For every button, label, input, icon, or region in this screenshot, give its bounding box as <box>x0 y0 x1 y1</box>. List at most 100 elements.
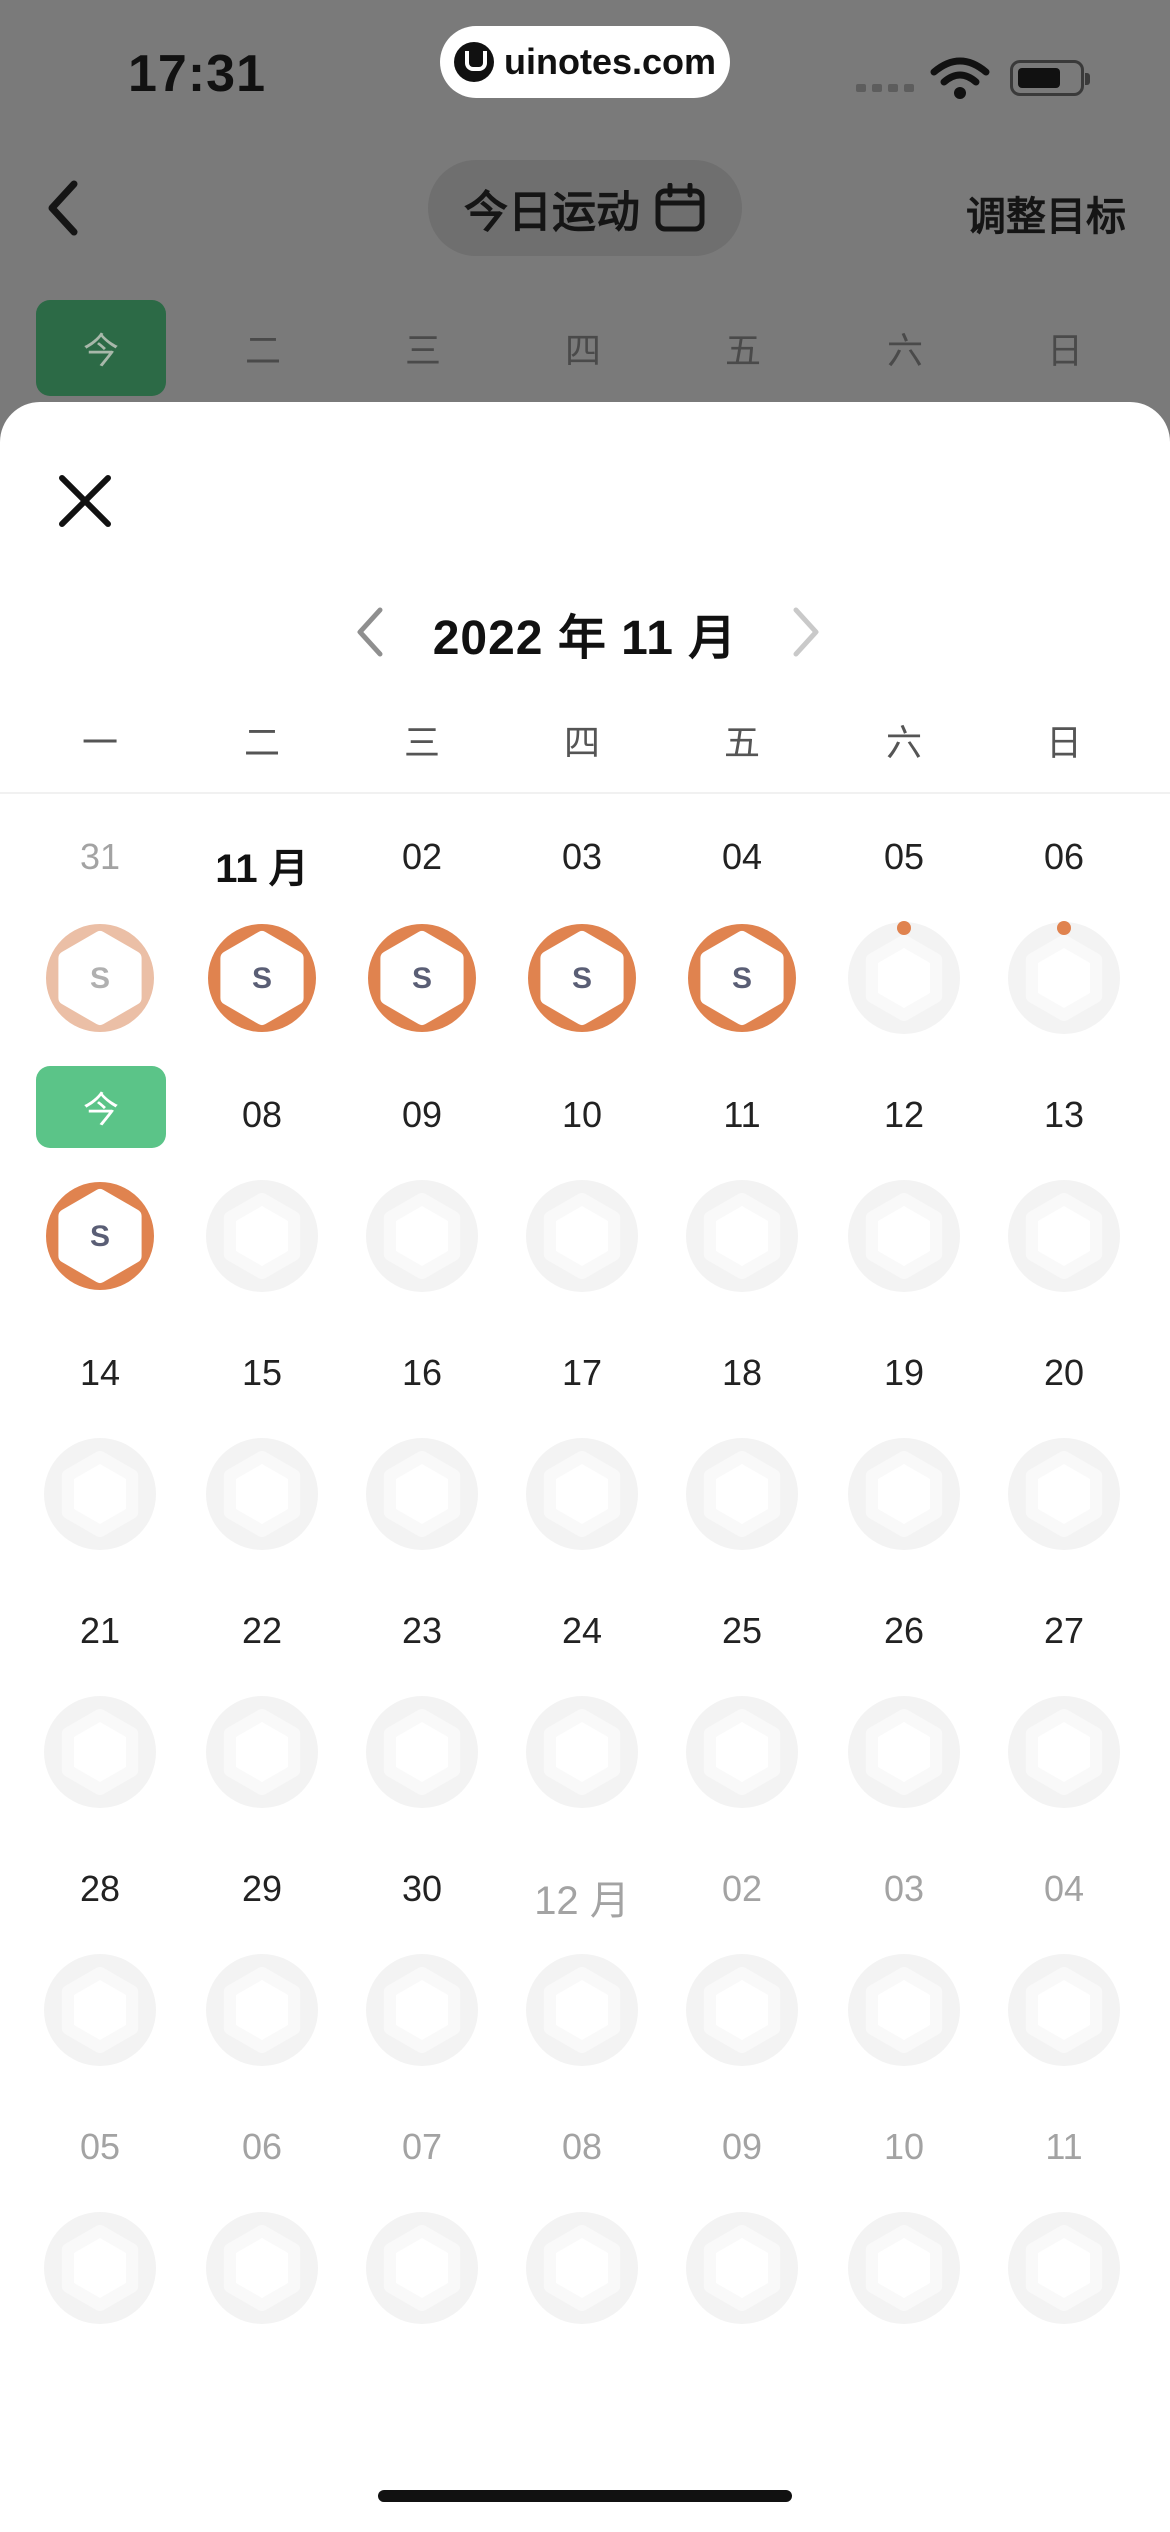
calendar-day-cell[interactable]: 今S <box>20 1066 180 1338</box>
ring-mark-label: S <box>412 962 432 995</box>
calendar-day-cell[interactable]: 11 <box>662 1080 822 1338</box>
calendar-day-cell[interactable]: 04 <box>984 1854 1144 2112</box>
month-title: 2022 年 11 月 <box>432 612 738 665</box>
calendar-day-cell[interactable]: 29 <box>182 1854 342 2112</box>
date-label: 04 <box>721 836 763 877</box>
activity-ring-icon <box>206 1438 318 1550</box>
close-icon[interactable] <box>50 466 120 536</box>
activity-ring-icon <box>526 1180 638 1292</box>
date-label: 07 <box>401 2126 443 2167</box>
calendar-day-cell[interactable]: 27 <box>984 1596 1144 1854</box>
calendar-day-cell[interactable]: 03 S <box>502 822 662 1080</box>
calendar-day-cell[interactable]: 08 <box>182 1080 342 1338</box>
calendar-day-cell[interactable]: 07 <box>342 2112 502 2370</box>
activity-ring-icon <box>1008 2212 1120 2324</box>
calendar-day-cell[interactable]: 09 <box>342 1080 502 1338</box>
activity-ring-icon <box>206 1954 318 2066</box>
weekday-label: 日 <box>1045 722 1082 763</box>
activity-ring-icon <box>366 1438 478 1550</box>
calendar-day-cell[interactable]: 17 <box>502 1338 662 1596</box>
activity-ring-icon: S <box>208 924 316 1032</box>
calendar-day-cell[interactable]: 31 S <box>20 822 180 1080</box>
calendar-day-cell[interactable]: 02 <box>662 1854 822 2112</box>
date-label: 03 <box>561 836 603 877</box>
calendar-day-cell[interactable]: 06 <box>984 822 1144 1080</box>
calendar-day-cell[interactable]: 11 月 S <box>182 822 342 1080</box>
calendar-day-cell[interactable]: 18 <box>662 1338 822 1596</box>
back-chevron-icon[interactable] <box>40 178 90 238</box>
calendar-day-cell[interactable]: 16 <box>342 1338 502 1596</box>
calendar-day-cell[interactable]: 06 <box>182 2112 342 2370</box>
weekday-label: 三 <box>403 722 440 763</box>
activity-ring-icon <box>44 2212 156 2324</box>
calendar-day-cell[interactable]: 22 <box>182 1596 342 1854</box>
calendar-day-cell[interactable]: 25 <box>662 1596 822 1854</box>
date-label: 08 <box>561 2126 603 2167</box>
activity-ring-icon: S <box>528 924 636 1032</box>
calendar-day-cell[interactable]: 04 S <box>662 822 822 1080</box>
date-label: 12 <box>883 1094 925 1135</box>
activity-ring-icon <box>686 2212 798 2324</box>
activity-ring-icon <box>686 1954 798 2066</box>
date-label: 08 <box>241 1094 283 1135</box>
date-label: 03 <box>883 1868 925 1909</box>
calendar-day-cell[interactable]: 09 <box>662 2112 822 2370</box>
activity-ring-icon <box>686 1180 798 1292</box>
calendar-day-cell[interactable]: 11 <box>984 2112 1144 2370</box>
ring-mark-label: S <box>252 962 272 995</box>
calendar-day-cell[interactable]: 20 <box>984 1338 1144 1596</box>
calendar-sheet: 2022 年 11 月 一 二 三 四 五 六 日 31 S 11 月 S 02 S 03 S 04 S 05 0… <box>0 402 1170 2532</box>
calendar-day-cell[interactable]: 24 <box>502 1596 662 1854</box>
title-pill[interactable]: 今日运动 <box>428 160 742 256</box>
watermark: uinotes.com <box>440 26 730 98</box>
calendar-day-cell[interactable]: 08 <box>502 2112 662 2370</box>
calendar-day-cell[interactable]: 21 <box>20 1596 180 1854</box>
calendar-day-cell[interactable]: 13 <box>984 1080 1144 1338</box>
calendar-day-cell[interactable]: 02 S <box>342 822 502 1080</box>
activity-ring-icon <box>526 1696 638 1808</box>
calendar-day-cell[interactable]: 10 <box>502 1080 662 1338</box>
date-label: 20 <box>1043 1352 1085 1393</box>
date-label: 14 <box>79 1352 121 1393</box>
calendar-day-cell[interactable]: 26 <box>824 1596 984 1854</box>
activity-ring-icon <box>44 1696 156 1808</box>
date-label: 28 <box>79 1868 121 1909</box>
status-time: 17:31 <box>128 45 266 103</box>
date-label: 15 <box>241 1352 283 1393</box>
activity-ring-icon <box>1008 1438 1120 1550</box>
calendar-day-cell[interactable]: 19 <box>824 1338 984 1596</box>
calendar-day-cell[interactable]: 05 <box>20 2112 180 2370</box>
next-month-icon[interactable] <box>786 602 826 662</box>
activity-ring-icon <box>848 2212 960 2324</box>
activity-ring-icon <box>848 1954 960 2066</box>
month-navigator: 2022 年 11 月 <box>0 592 1170 672</box>
background-day-4: 五 <box>724 330 761 371</box>
calendar-day-cell[interactable]: 12 <box>824 1080 984 1338</box>
background-day-2: 三 <box>404 330 441 371</box>
activity-ring-icon <box>44 1438 156 1550</box>
signal-icon <box>856 84 914 92</box>
calendar-day-cell[interactable]: 30 <box>342 1854 502 2112</box>
ring-mark-label: S <box>732 962 752 995</box>
weekday-label: 六 <box>885 722 922 763</box>
calendar-day-cell[interactable]: 23 <box>342 1596 502 1854</box>
activity-ring-icon: S <box>46 1182 154 1290</box>
activity-ring-icon <box>1008 1696 1120 1808</box>
uinotes-logo-icon <box>453 42 494 82</box>
adjust-goal-button[interactable]: 调整目标 <box>966 184 1126 242</box>
battery-icon <box>1010 60 1090 96</box>
date-label: 06 <box>241 2126 283 2167</box>
background-day-6: 日 <box>1046 330 1083 371</box>
date-label: 06 <box>1043 836 1085 877</box>
calendar-day-cell[interactable]: 03 <box>824 1854 984 2112</box>
calendar-day-cell[interactable]: 14 <box>20 1338 180 1596</box>
calendar-day-cell[interactable]: 10 <box>824 2112 984 2370</box>
activity-ring-icon <box>206 2212 318 2324</box>
weekday-label: 四 <box>563 722 600 763</box>
calendar-day-cell[interactable]: 28 <box>20 1854 180 2112</box>
calendar-day-cell[interactable]: 05 <box>824 822 984 1080</box>
calendar-day-cell[interactable]: 12 月 <box>502 1854 662 2112</box>
calendar-day-cell[interactable]: 15 <box>182 1338 342 1596</box>
date-label: 11 <box>1045 2126 1083 2167</box>
weekday-label: 一 <box>81 722 118 763</box>
